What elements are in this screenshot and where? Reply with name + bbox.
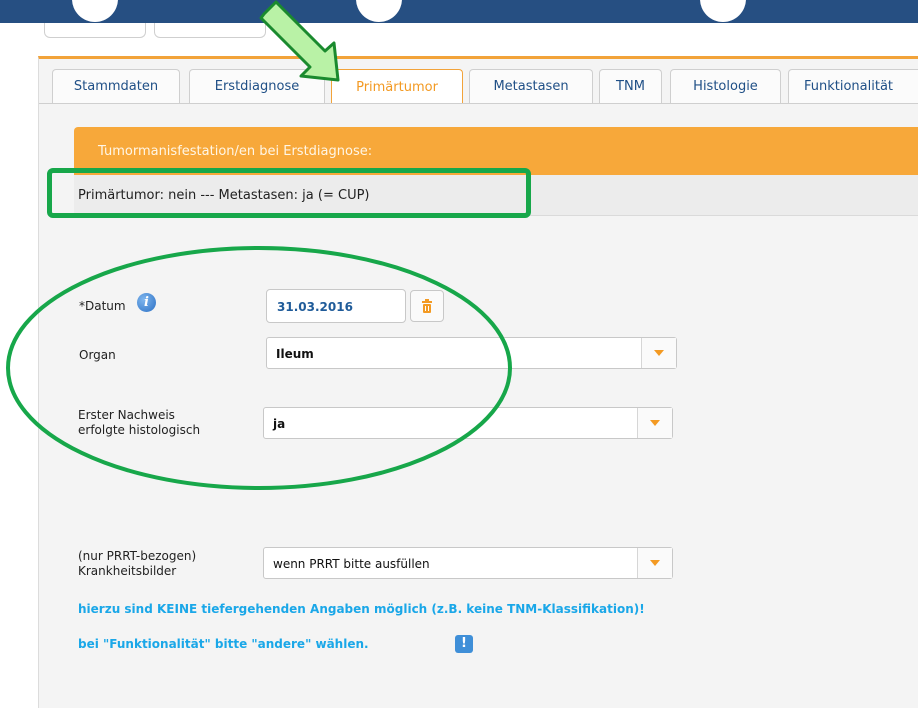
annotation-overlay [6, 0, 512, 490]
arrow-down-right-icon [259, 0, 340, 82]
highlight-ellipse [6, 246, 512, 490]
